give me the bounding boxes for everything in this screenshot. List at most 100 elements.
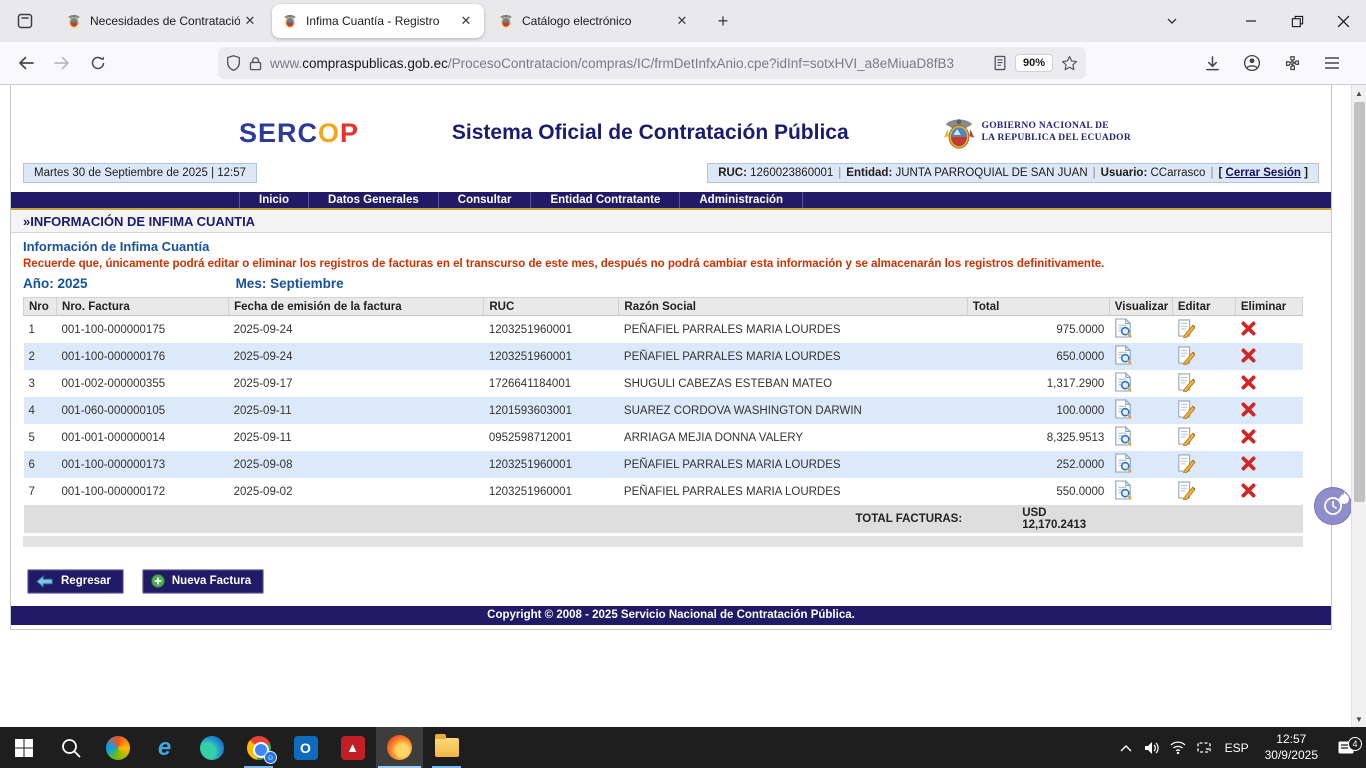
tab-close-icon[interactable]: ✕ — [240, 11, 260, 31]
scroll-up-arrow[interactable]: ▲ — [1352, 85, 1366, 101]
tab-strip: Necesidades de Contratación y ✕ Infima C… — [56, 0, 738, 42]
tab-title: Infima Cuantía - Registro — [306, 14, 456, 28]
cast-screen-icon[interactable] — [1191, 741, 1217, 754]
table-end-bar — [23, 536, 1303, 547]
language-indicator[interactable]: ESP — [1217, 741, 1257, 755]
clock[interactable]: 12:57 30/9/2025 — [1257, 732, 1326, 763]
vertical-scrollbar[interactable]: ▲ ▼ — [1351, 85, 1366, 727]
visualizar-icon[interactable] — [1114, 372, 1132, 392]
file-explorer-icon[interactable] — [423, 727, 470, 768]
tracking-shield-icon[interactable] — [226, 55, 241, 71]
nav-inicio[interactable]: Inicio — [239, 192, 309, 208]
tab-necesidades[interactable]: Necesidades de Contratación y ✕ — [56, 4, 268, 38]
tab-close-icon[interactable]: ✕ — [456, 11, 476, 31]
nav-entidad-contratante[interactable]: Entidad Contratante — [531, 192, 680, 208]
editar-icon[interactable] — [1177, 345, 1195, 365]
nueva-factura-button[interactable]: Nueva Factura — [142, 569, 264, 594]
cell-fecha: 2025-09-17 — [229, 370, 484, 397]
account-icon[interactable] — [1236, 47, 1268, 79]
reader-mode-icon[interactable] — [993, 55, 1007, 71]
wifi-icon[interactable] — [1165, 741, 1191, 754]
nav-administracion[interactable]: Administración — [680, 192, 803, 208]
tray-chevron-up-icon[interactable] — [1113, 744, 1139, 752]
editar-icon[interactable] — [1177, 426, 1195, 446]
cell-total: 975.0000 — [967, 316, 1109, 344]
editar-icon[interactable] — [1177, 399, 1195, 419]
tray-time: 12:57 — [1265, 732, 1318, 748]
extensions-puzzle-icon[interactable] — [1276, 47, 1308, 79]
eliminar-icon[interactable] — [1240, 374, 1257, 391]
cell-fecha: 2025-09-24 — [229, 343, 484, 370]
cell-razon: SUAREZ CORDOVA WASHINGTON DARWIN — [619, 397, 967, 424]
url-bar[interactable]: www.compraspublicas.gob.ec/ProcesoContra… — [218, 47, 1086, 79]
visualizar-icon[interactable] — [1114, 480, 1132, 500]
tab-close-icon[interactable]: ✕ — [672, 11, 692, 31]
visualizar-icon[interactable] — [1114, 318, 1132, 338]
eliminar-icon[interactable] — [1240, 482, 1257, 499]
col-eliminar: Eliminar — [1235, 298, 1302, 316]
url-text[interactable]: www.compraspublicas.gob.ec/ProcesoContra… — [270, 56, 993, 71]
menu-hamburger-icon[interactable] — [1316, 47, 1348, 79]
copilot-icon[interactable] — [94, 727, 141, 768]
downloads-icon[interactable] — [1196, 47, 1228, 79]
cell-total: 650.0000 — [967, 343, 1109, 370]
regresar-button[interactable]: Regresar — [27, 569, 124, 594]
chrome-icon[interactable]: ☺ — [235, 727, 282, 768]
visualizar-icon[interactable] — [1114, 345, 1132, 365]
cell-ruc: 1203251960001 — [484, 451, 619, 478]
eliminar-icon[interactable] — [1240, 320, 1257, 337]
scroll-down-arrow[interactable]: ▼ — [1352, 711, 1366, 727]
eliminar-icon[interactable] — [1240, 455, 1257, 472]
tab-overflow-chevron-icon[interactable] — [1152, 0, 1192, 42]
eliminar-icon[interactable] — [1240, 401, 1257, 418]
col-visualizar: Visualizar — [1109, 298, 1172, 316]
start-button[interactable] — [0, 727, 47, 768]
system-tray: ESP 12:57 30/9/2025 4 — [1113, 727, 1366, 768]
acrobat-icon[interactable]: ▲ — [329, 727, 376, 768]
edge-icon[interactable] — [188, 727, 235, 768]
info-bar: Martes 30 de Septiembre de 2025 | 12:57 … — [11, 163, 1331, 183]
cell-factura: 001-100-000000175 — [57, 316, 229, 344]
window-restore-button[interactable] — [1274, 0, 1320, 42]
window-minimize-button[interactable] — [1228, 0, 1274, 42]
visualizar-icon[interactable] — [1114, 453, 1132, 473]
tab-infima-cuantia-active[interactable]: Infima Cuantía - Registro ✕ — [272, 4, 484, 38]
logout-link[interactable]: Cerrar Sesión — [1226, 167, 1301, 179]
outlook-icon[interactable]: O — [282, 727, 329, 768]
main-navigation: Inicio Datos Generales Consultar Entidad… — [11, 192, 1331, 210]
editar-icon[interactable] — [1177, 453, 1195, 473]
notifications-icon[interactable]: 4 — [1326, 740, 1366, 756]
warning-text: Recuerde que, únicamente podrá editar o … — [11, 255, 1331, 272]
bookmark-star-icon[interactable] — [1061, 55, 1078, 72]
forward-button[interactable] — [46, 47, 78, 79]
nav-datos-generales[interactable]: Datos Generales — [309, 192, 439, 208]
eliminar-icon[interactable] — [1240, 428, 1257, 445]
floating-timer-widget[interactable] — [1314, 487, 1352, 525]
new-tab-button[interactable]: + — [708, 6, 738, 36]
table-row: 2 001-100-000000176 2025-09-24 120325196… — [24, 343, 1303, 370]
editar-icon[interactable] — [1177, 318, 1195, 338]
window-close-button[interactable] — [1320, 0, 1366, 42]
col-ruc: RUC — [484, 298, 619, 316]
zoom-level-chip[interactable]: 90% — [1015, 54, 1053, 72]
visualizar-icon[interactable] — [1114, 426, 1132, 446]
volume-icon[interactable] — [1139, 741, 1165, 755]
tab-catalogo[interactable]: Catálogo electrónico ✕ — [488, 4, 700, 38]
eliminar-icon[interactable] — [1240, 347, 1257, 364]
tab-list-icon[interactable] — [8, 4, 42, 38]
editar-icon[interactable] — [1177, 372, 1195, 392]
url-www: www. — [270, 56, 302, 71]
taskbar-search-icon[interactable] — [47, 727, 94, 768]
reload-button[interactable] — [82, 47, 114, 79]
internet-explorer-icon[interactable]: e — [141, 727, 188, 768]
lock-icon[interactable] — [249, 56, 262, 71]
cell-total: 100.0000 — [967, 397, 1109, 424]
firefox-icon[interactable] — [376, 727, 423, 768]
flame-icon — [1338, 491, 1350, 504]
nav-consultar[interactable]: Consultar — [439, 192, 532, 208]
total-row: TOTAL FACTURAS: USD 12,170.2413 — [24, 505, 1303, 533]
visualizar-icon[interactable] — [1114, 399, 1132, 419]
editar-icon[interactable] — [1177, 480, 1195, 500]
scrollbar-thumb[interactable] — [1354, 102, 1365, 502]
back-button[interactable] — [10, 47, 42, 79]
